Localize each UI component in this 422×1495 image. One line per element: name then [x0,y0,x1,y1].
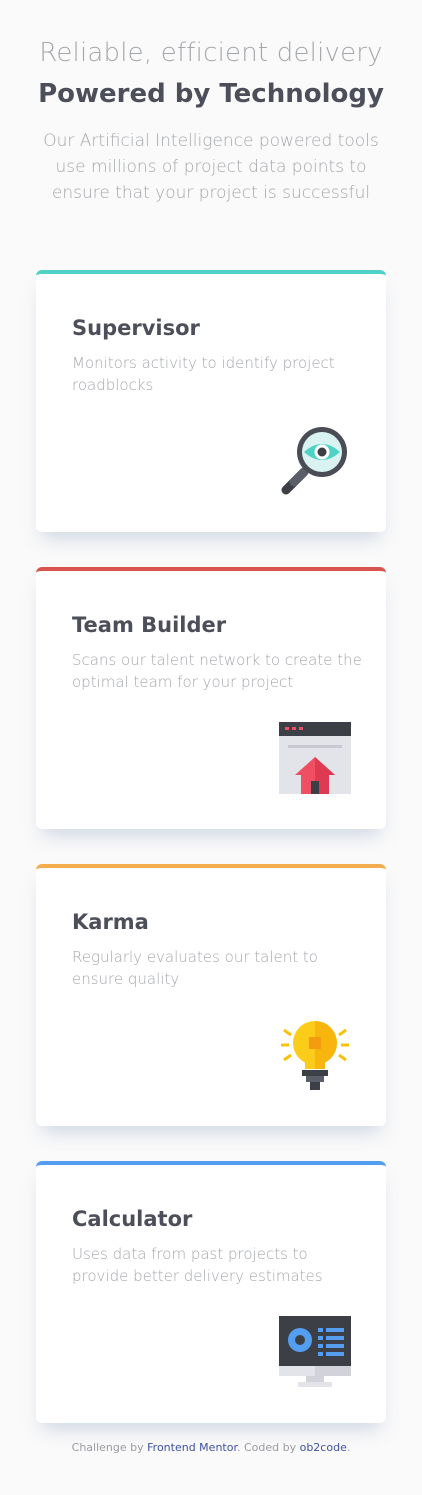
card-karma: Karma Regularly evaluates our talent to … [36,864,386,1126]
frontend-mentor-link[interactable]: Frontend Mentor [147,1441,237,1454]
card-team-builder: Team Builder Scans our talent network to… [36,567,386,829]
card-title: Calculator [72,1207,193,1231]
attribution-suffix: . [346,1441,351,1454]
card-description: Scans our talent network to create the o… [72,651,362,691]
card-description: Uses data from past projects to provide … [72,1245,323,1285]
card-title: Karma [72,910,149,934]
page: Reliable, efficient delivery Powered by … [0,0,422,1495]
card-title: Supervisor [72,316,200,340]
magnifying-glass-eye-icon [278,424,352,498]
attribution-prefix: Challenge by [71,1441,148,1454]
page-tagline: Reliable, efficient delivery [39,38,383,68]
page-header: Reliable, efficient delivery Powered by … [0,34,422,206]
lightbulb-icon [278,1018,352,1092]
card-supervisor: Supervisor Monitors activity to identify… [36,270,386,532]
card-calculator: Calculator Uses data from past projects … [36,1161,386,1423]
attribution-middle: . Coded by [236,1441,300,1454]
attribution-footer: Challenge by Frontend Mentor. Coded by o… [0,1440,422,1456]
card-description: Monitors activity to identify project ro… [72,354,335,394]
page-title: Powered by Technology [38,79,384,109]
monitor-chart-icon [278,1315,352,1389]
card-title: Team Builder [72,613,227,637]
browser-house-icon [278,721,352,795]
page-description: Our Artificial Intelligence powered tool… [43,131,379,203]
card-description: Regularly evaluates our talent to ensure… [72,948,318,988]
author-link[interactable]: ob2code [300,1441,347,1454]
